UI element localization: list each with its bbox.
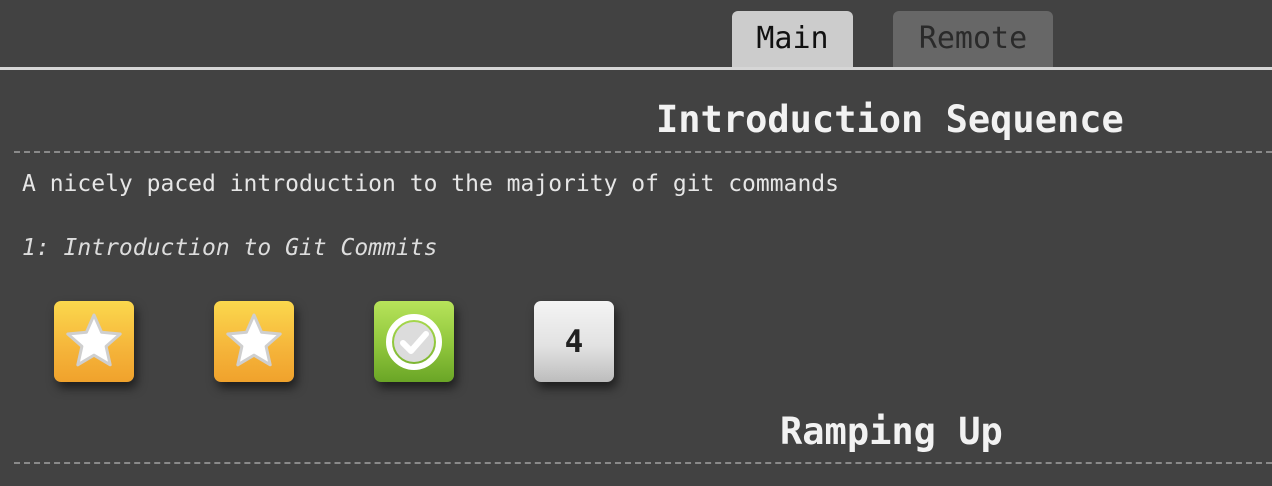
section-description: A nicely paced introduction to the major…: [22, 171, 839, 197]
section-divider: [14, 462, 1272, 464]
tab-remote[interactable]: Remote: [893, 11, 1053, 67]
level-4-button[interactable]: 4: [534, 301, 614, 382]
level-number: 4: [564, 323, 584, 360]
level-3-button[interactable]: [374, 301, 454, 382]
level-2-button[interactable]: [214, 301, 294, 382]
section-divider: [14, 151, 1272, 153]
checkmark-icon: [386, 313, 442, 370]
star-icon: [66, 313, 122, 366]
tabs-divider: [0, 67, 1272, 70]
view-tabs: Main Remote: [0, 0, 1272, 67]
star-icon: [226, 313, 282, 366]
tab-main[interactable]: Main: [732, 11, 853, 67]
section-title-introduction: Introduction Sequence: [656, 98, 1124, 141]
level-1-button[interactable]: [54, 301, 134, 382]
section-title-ramping-up: Ramping Up: [780, 410, 1003, 453]
selected-level-caption: 1: Introduction to Git Commits: [22, 235, 438, 261]
